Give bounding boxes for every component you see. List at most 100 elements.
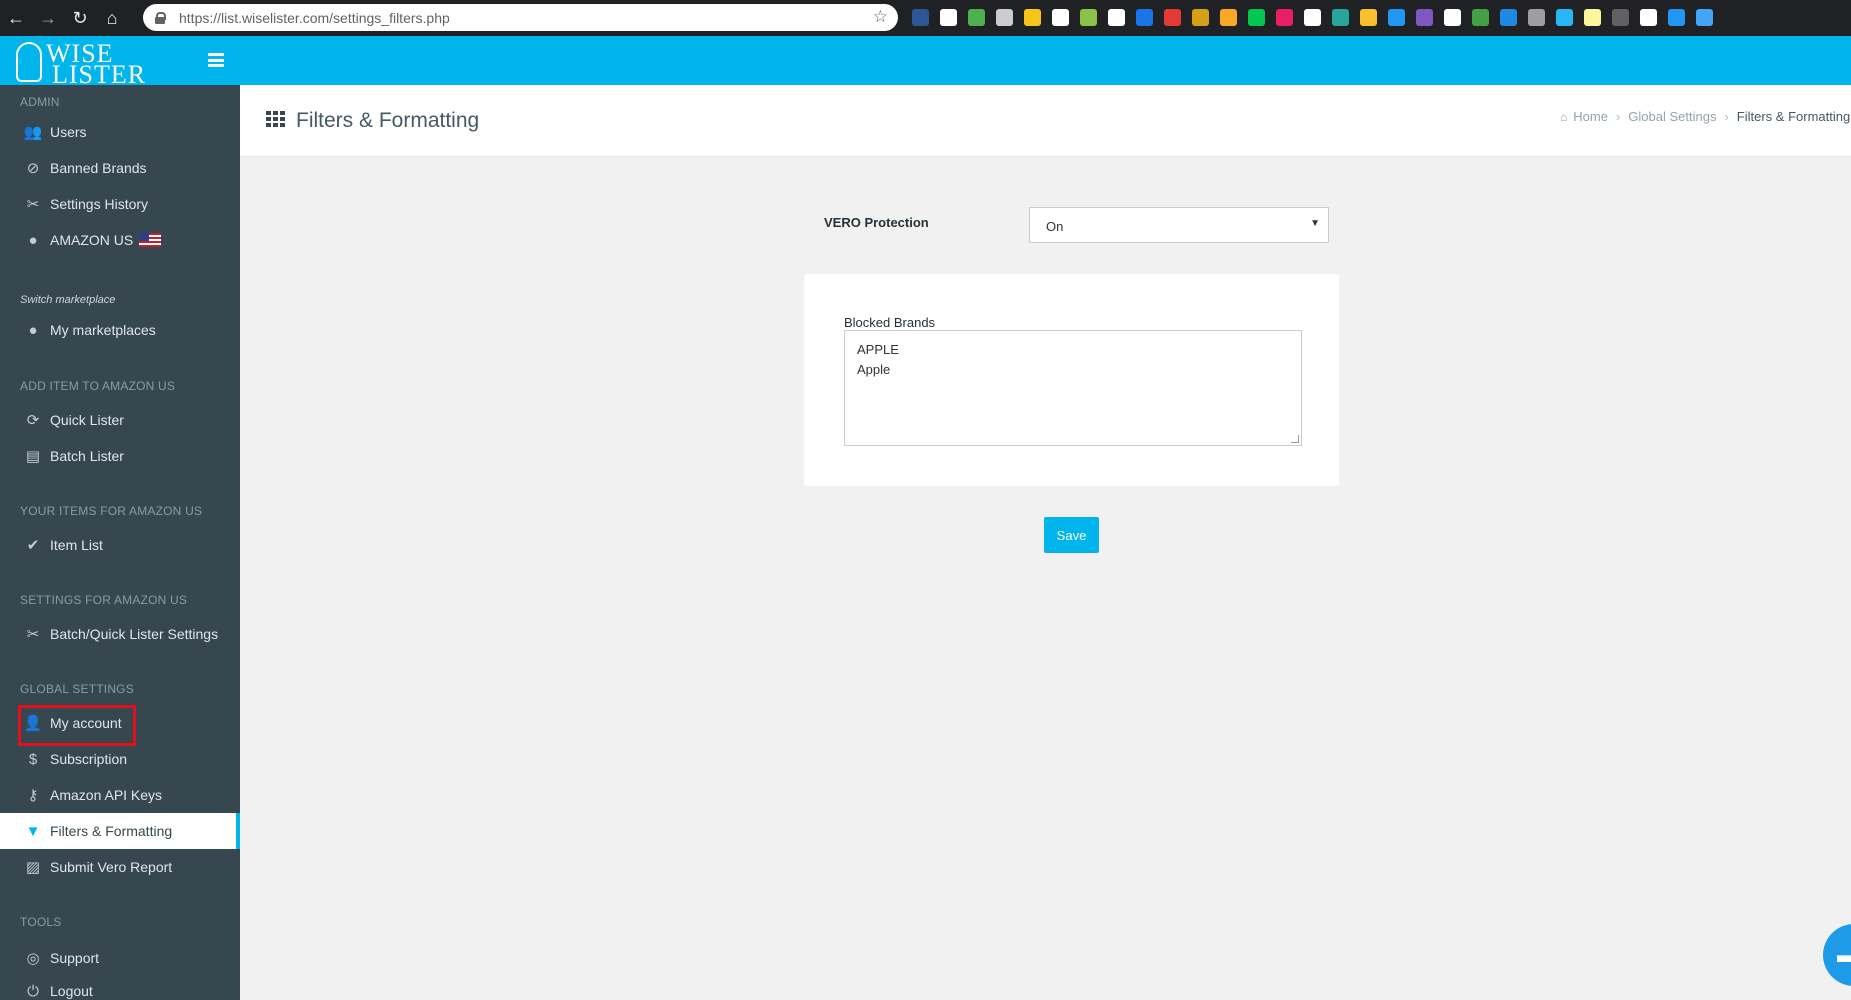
save-button[interactable]: Save — [1044, 517, 1099, 553]
back-button[interactable]: ← — [0, 0, 32, 36]
sidebar-item-settings-history[interactable]: ✂ Settings History — [0, 186, 240, 222]
section-your-items: YOUR ITEMS FOR AMAZON US — [20, 504, 203, 518]
address-bar[interactable]: https://list.wiselister.com/settings_fil… — [143, 4, 898, 31]
extensions-bar — [912, 9, 1713, 26]
breadcrumb-separator-icon: › — [1724, 109, 1729, 124]
section-add-item: ADD ITEM TO AMAZON US — [20, 379, 176, 393]
sidebar-item-label: Support — [50, 950, 100, 966]
tools-icon: ✂ — [26, 196, 40, 213]
browser-extension-icon[interactable] — [1584, 9, 1601, 26]
browser-extension-icon[interactable] — [1472, 9, 1489, 26]
section-tools: TOOLS — [20, 915, 62, 929]
browser-extension-icon[interactable] — [1136, 9, 1153, 26]
sidebar-item-filters-formatting[interactable]: ▼ Filters & Formatting — [0, 813, 240, 849]
sidebar-item-subscription[interactable]: $ Subscription — [0, 741, 240, 777]
sidebar-item-amazon-us[interactable]: ● AMAZON US — [0, 222, 240, 258]
browser-extension-icon[interactable] — [1164, 9, 1181, 26]
filter-icon: ▼ — [25, 822, 41, 840]
browser-extension-icon[interactable] — [1668, 9, 1685, 26]
wiselister-logo[interactable]: WISE LISTER — [16, 38, 146, 89]
breadcrumb: ⌂ Home › Global Settings › Filters & For… — [1560, 109, 1850, 124]
sidebar-item-banned-brands[interactable]: ⊘ Banned Brands — [0, 150, 240, 186]
blocked-brands-card: Blocked Brands APPLE Apple — [804, 274, 1339, 486]
sidebar-item-label: Submit Vero Report — [50, 859, 173, 875]
browser-extension-icon[interactable] — [968, 9, 985, 26]
browser-toolbar: ← → ↻ ⌂ https://list.wiselister.com/sett… — [0, 0, 1851, 36]
breadcrumb-global-settings[interactable]: Global Settings — [1628, 109, 1716, 124]
sidebar-item-label: Subscription — [50, 751, 128, 767]
sidebar-item-label: Amazon API Keys — [50, 787, 163, 803]
wrench-icon: ✂ — [26, 626, 40, 643]
browser-extension-icon[interactable] — [1612, 9, 1629, 26]
annotation-highlight-box — [18, 705, 136, 746]
browser-extension-icon[interactable] — [1248, 9, 1265, 26]
blocked-brands-textarea[interactable]: APPLE Apple — [844, 330, 1302, 446]
globe-icon: ● — [28, 321, 38, 339]
browser-extension-icon[interactable] — [996, 9, 1013, 26]
forward-button[interactable]: → — [32, 0, 64, 36]
us-flag-icon — [139, 233, 162, 247]
sidebar-item-label: Batch/Quick Lister Settings — [50, 626, 219, 642]
sidebar-item-label: Settings History — [50, 196, 149, 212]
browser-extension-icon[interactable] — [1108, 9, 1125, 26]
sidebar-item-api-keys[interactable]: ⚷ Amazon API Keys — [0, 777, 240, 813]
browser-extension-icon[interactable] — [1444, 9, 1461, 26]
sidebar-item-quick-lister[interactable]: ⟳ Quick Lister — [0, 402, 240, 438]
browser-extension-icon[interactable] — [1416, 9, 1433, 26]
sidebar-item-batch-quick-settings[interactable]: ✂ Batch/Quick Lister Settings — [0, 616, 240, 652]
section-admin: ADMIN — [20, 95, 60, 109]
breadcrumb-separator-icon: › — [1615, 109, 1621, 124]
browser-extension-icon[interactable] — [1360, 9, 1377, 26]
vero-protection-label: VERO Protection — [824, 215, 929, 230]
browser-extension-icon[interactable] — [1332, 9, 1349, 26]
sidebar-item-label: Users — [50, 124, 87, 140]
sidebar-item-label: Filters & Formatting — [50, 823, 173, 839]
vero-protection-select[interactable]: On ▼ — [1029, 207, 1329, 243]
batch-icon: ▤ — [25, 448, 41, 465]
banned-icon: ⊘ — [26, 160, 40, 177]
sidebar-item-label: Logout — [50, 983, 93, 999]
subscription-icon: $ — [28, 750, 38, 768]
bookmark-star-icon[interactable]: ☆ — [873, 7, 888, 27]
browser-extension-icon[interactable] — [940, 9, 957, 26]
browser-extension-icon[interactable] — [1388, 9, 1405, 26]
sidebar-item-label: Quick Lister — [50, 412, 124, 428]
home-button[interactable]: ⌂ — [96, 0, 128, 36]
chat-widget-icon[interactable]: ▬ — [1823, 924, 1851, 986]
browser-extension-icon[interactable] — [1640, 9, 1657, 26]
breadcrumb-home[interactable]: Home — [1573, 109, 1608, 124]
browser-extension-icon[interactable] — [1024, 9, 1041, 26]
sidebar-item-batch-lister[interactable]: ▤ Batch Lister — [0, 438, 240, 474]
logout-icon: ⏻ — [27, 982, 39, 1000]
url-text[interactable]: https://list.wiselister.com/settings_fil… — [179, 10, 450, 26]
support-icon: ◎ — [26, 950, 40, 967]
browser-extension-icon[interactable] — [1080, 9, 1097, 26]
browser-extension-icon[interactable] — [1220, 9, 1237, 26]
browser-extension-icon[interactable] — [1276, 9, 1293, 26]
page-title: Filters & Formatting — [296, 109, 480, 132]
browser-extension-icon[interactable] — [1500, 9, 1517, 26]
sidebar-item-support[interactable]: ◎ Support — [0, 940, 240, 976]
reload-button[interactable]: ↻ — [64, 0, 96, 36]
browser-extension-icon[interactable] — [912, 9, 929, 26]
sidebar-item-users[interactable]: 👥 Users — [0, 114, 240, 150]
browser-extension-icon[interactable] — [1192, 9, 1209, 26]
browser-extension-icon[interactable] — [1052, 9, 1069, 26]
browser-extension-icon[interactable] — [1528, 9, 1545, 26]
browser-extension-icon[interactable] — [1304, 9, 1321, 26]
sidebar-item-logout[interactable]: ⏻ Logout — [0, 973, 240, 1000]
sidebar-item-label: Batch Lister — [50, 448, 124, 464]
key-icon: ⚷ — [27, 787, 39, 804]
section-settings-for: SETTINGS FOR AMAZON US — [20, 593, 188, 607]
blocked-brand-line: Apple — [857, 362, 891, 377]
section-global: GLOBAL SETTINGS — [20, 682, 134, 696]
resize-grip-icon[interactable] — [1291, 435, 1299, 443]
sidebar-item-my-marketplaces[interactable]: ● My marketplaces — [0, 312, 240, 348]
sidebar-item-item-list[interactable]: ✔ Item List — [0, 527, 240, 563]
sidebar-item-submit-vero[interactable]: ▨ Submit Vero Report — [0, 849, 240, 885]
vero-protection-value: On — [1046, 219, 1064, 234]
browser-extension-icon[interactable] — [1696, 9, 1713, 26]
page-header: Filters & Formatting ⌂ Home › Global Set… — [240, 85, 1851, 157]
browser-extension-icon[interactable] — [1556, 9, 1573, 26]
menu-toggle-icon[interactable] — [208, 53, 224, 67]
